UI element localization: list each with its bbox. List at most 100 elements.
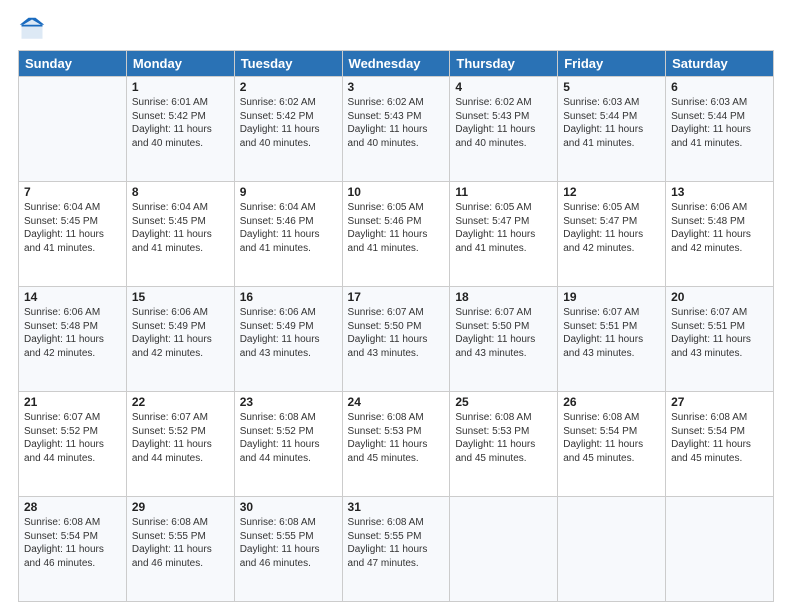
day-number: 7 <box>24 185 121 199</box>
day-number: 14 <box>24 290 121 304</box>
day-info: Sunrise: 6:07 AM Sunset: 5:51 PM Dayligh… <box>671 306 768 360</box>
day-cell: 17 Sunrise: 6:07 AM Sunset: 5:50 PM Dayli… <box>342 287 450 392</box>
day-info: Sunrise: 6:07 AM Sunset: 5:50 PM Dayligh… <box>455 306 552 360</box>
header <box>18 16 774 44</box>
week-row-3: 14 Sunrise: 6:06 AM Sunset: 5:48 PM Dayli… <box>19 287 774 392</box>
week-row-1: 1 Sunrise: 6:01 AM Sunset: 5:42 PM Daylig… <box>19 77 774 182</box>
day-cell: 31 Sunrise: 6:08 AM Sunset: 5:55 PM Dayli… <box>342 497 450 602</box>
day-info: Sunrise: 6:08 AM Sunset: 5:55 PM Dayligh… <box>132 516 229 570</box>
day-number: 24 <box>348 395 445 409</box>
day-info: Sunrise: 6:08 AM Sunset: 5:54 PM Dayligh… <box>671 411 768 465</box>
day-cell: 14 Sunrise: 6:06 AM Sunset: 5:48 PM Dayli… <box>19 287 127 392</box>
day-info: Sunrise: 6:03 AM Sunset: 5:44 PM Dayligh… <box>563 96 660 150</box>
day-number: 1 <box>132 80 229 94</box>
day-number: 21 <box>24 395 121 409</box>
day-number: 13 <box>671 185 768 199</box>
weekday-thursday: Thursday <box>450 51 558 77</box>
day-cell: 8 Sunrise: 6:04 AM Sunset: 5:45 PM Daylig… <box>126 182 234 287</box>
day-cell: 5 Sunrise: 6:03 AM Sunset: 5:44 PM Daylig… <box>558 77 666 182</box>
day-info: Sunrise: 6:01 AM Sunset: 5:42 PM Dayligh… <box>132 96 229 150</box>
day-number: 22 <box>132 395 229 409</box>
day-info: Sunrise: 6:07 AM Sunset: 5:52 PM Dayligh… <box>132 411 229 465</box>
day-number: 25 <box>455 395 552 409</box>
day-cell <box>19 77 127 182</box>
logo-icon <box>18 16 46 44</box>
day-number: 28 <box>24 500 121 514</box>
day-info: Sunrise: 6:04 AM Sunset: 5:45 PM Dayligh… <box>132 201 229 255</box>
day-number: 8 <box>132 185 229 199</box>
day-cell: 4Sunrise: 6:02 AM Sunset: 5:43 PM Daylig… <box>450 77 558 182</box>
day-cell: 15 Sunrise: 6:06 AM Sunset: 5:49 PM Dayli… <box>126 287 234 392</box>
week-row-5: 28 Sunrise: 6:08 AM Sunset: 5:54 PM Dayli… <box>19 497 774 602</box>
week-row-4: 21 Sunrise: 6:07 AM Sunset: 5:52 PM Dayli… <box>19 392 774 497</box>
day-cell: 28 Sunrise: 6:08 AM Sunset: 5:54 PM Dayli… <box>19 497 127 602</box>
day-info: Sunrise: 6:08 AM Sunset: 5:55 PM Dayligh… <box>240 516 337 570</box>
day-info: Sunrise: 6:05 AM Sunset: 5:46 PM Dayligh… <box>348 201 445 255</box>
day-cell: 11 Sunrise: 6:05 AM Sunset: 5:47 PM Dayli… <box>450 182 558 287</box>
day-info: Sunrise: 6:06 AM Sunset: 5:48 PM Dayligh… <box>24 306 121 360</box>
day-cell: 1 Sunrise: 6:01 AM Sunset: 5:42 PM Daylig… <box>126 77 234 182</box>
day-info: Sunrise: 6:07 AM Sunset: 5:51 PM Dayligh… <box>563 306 660 360</box>
weekday-wednesday: Wednesday <box>342 51 450 77</box>
day-cell: 26 Sunrise: 6:08 AM Sunset: 5:54 PM Dayli… <box>558 392 666 497</box>
day-number: 17 <box>348 290 445 304</box>
day-cell: 10 Sunrise: 6:05 AM Sunset: 5:46 PM Dayli… <box>342 182 450 287</box>
day-cell: 22 Sunrise: 6:07 AM Sunset: 5:52 PM Dayli… <box>126 392 234 497</box>
day-info: Sunrise: 6:08 AM Sunset: 5:55 PM Dayligh… <box>348 516 445 570</box>
day-info: Sunrise: 6:08 AM Sunset: 5:52 PM Dayligh… <box>240 411 337 465</box>
day-cell: 21Sunrise: 6:07 AM Sunset: 5:52 PM Dayli… <box>19 392 127 497</box>
day-info: Sunrise: 6:03 AM Sunset: 5:44 PM Dayligh… <box>671 96 768 150</box>
day-number: 30 <box>240 500 337 514</box>
day-info: Sunrise: 6:05 AM Sunset: 5:47 PM Dayligh… <box>563 201 660 255</box>
day-info: Sunrise: 6:02 AM Sunset: 5:42 PM Dayligh… <box>240 96 337 150</box>
day-number: 19 <box>563 290 660 304</box>
day-number: 6 <box>671 80 768 94</box>
day-number: 20 <box>671 290 768 304</box>
day-cell: 12 Sunrise: 6:05 AM Sunset: 5:47 PM Dayli… <box>558 182 666 287</box>
day-number: 4 <box>455 80 552 94</box>
day-number: 23 <box>240 395 337 409</box>
day-cell: 6 Sunrise: 6:03 AM Sunset: 5:44 PM Daylig… <box>666 77 774 182</box>
day-cell: 24 Sunrise: 6:08 AM Sunset: 5:53 PM Dayli… <box>342 392 450 497</box>
weekday-tuesday: Tuesday <box>234 51 342 77</box>
day-cell <box>558 497 666 602</box>
day-info: Sunrise: 6:05 AM Sunset: 5:47 PM Dayligh… <box>455 201 552 255</box>
day-number: 31 <box>348 500 445 514</box>
day-cell: 20 Sunrise: 6:07 AM Sunset: 5:51 PM Dayli… <box>666 287 774 392</box>
day-cell: 30 Sunrise: 6:08 AM Sunset: 5:55 PM Dayli… <box>234 497 342 602</box>
day-info: Sunrise: 6:06 AM Sunset: 5:49 PM Dayligh… <box>240 306 337 360</box>
day-number: 15 <box>132 290 229 304</box>
day-cell <box>450 497 558 602</box>
day-cell: 25Sunrise: 6:08 AM Sunset: 5:53 PM Dayli… <box>450 392 558 497</box>
day-info: Sunrise: 6:06 AM Sunset: 5:49 PM Dayligh… <box>132 306 229 360</box>
day-info: Sunrise: 6:04 AM Sunset: 5:46 PM Dayligh… <box>240 201 337 255</box>
day-cell: 19 Sunrise: 6:07 AM Sunset: 5:51 PM Dayli… <box>558 287 666 392</box>
weekday-header-row: SundayMondayTuesdayWednesdayThursdayFrid… <box>19 51 774 77</box>
day-number: 3 <box>348 80 445 94</box>
calendar-table: SundayMondayTuesdayWednesdayThursdayFrid… <box>18 50 774 602</box>
day-number: 26 <box>563 395 660 409</box>
day-number: 27 <box>671 395 768 409</box>
day-number: 11 <box>455 185 552 199</box>
day-cell: 3 Sunrise: 6:02 AM Sunset: 5:43 PM Daylig… <box>342 77 450 182</box>
day-info: Sunrise: 6:08 AM Sunset: 5:54 PM Dayligh… <box>24 516 121 570</box>
page: SundayMondayTuesdayWednesdayThursdayFrid… <box>0 0 792 612</box>
day-number: 9 <box>240 185 337 199</box>
weekday-sunday: Sunday <box>19 51 127 77</box>
day-number: 16 <box>240 290 337 304</box>
day-info: Sunrise: 6:08 AM Sunset: 5:54 PM Dayligh… <box>563 411 660 465</box>
day-cell: 23 Sunrise: 6:08 AM Sunset: 5:52 PM Dayli… <box>234 392 342 497</box>
day-cell <box>666 497 774 602</box>
day-cell: 16 Sunrise: 6:06 AM Sunset: 5:49 PM Dayli… <box>234 287 342 392</box>
weekday-monday: Monday <box>126 51 234 77</box>
weekday-friday: Friday <box>558 51 666 77</box>
day-number: 5 <box>563 80 660 94</box>
day-number: 2 <box>240 80 337 94</box>
day-number: 12 <box>563 185 660 199</box>
day-info: Sunrise: 6:07 AM Sunset: 5:50 PM Dayligh… <box>348 306 445 360</box>
logo <box>18 16 50 44</box>
weekday-saturday: Saturday <box>666 51 774 77</box>
day-info: Sunrise: 6:08 AM Sunset: 5:53 PM Dayligh… <box>348 411 445 465</box>
day-info: Sunrise: 6:02 AM Sunset: 5:43 PM Dayligh… <box>348 96 445 150</box>
day-number: 10 <box>348 185 445 199</box>
